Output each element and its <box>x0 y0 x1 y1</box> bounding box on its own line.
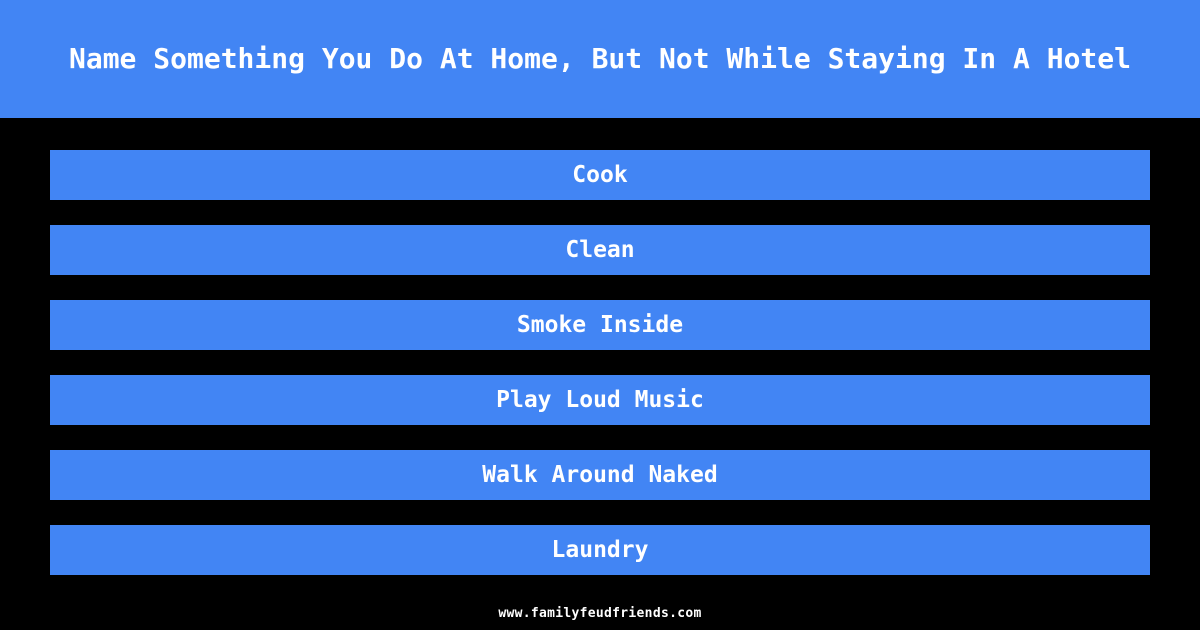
question-card: Name Something You Do At Home, But Not W… <box>0 0 1200 630</box>
answer-row-3[interactable]: Smoke Inside <box>50 300 1150 350</box>
answer-row-4[interactable]: Play Loud Music <box>50 375 1150 425</box>
answer-text: Play Loud Music <box>496 386 704 413</box>
page-title: Name Something You Do At Home, But Not W… <box>68 41 1132 75</box>
answer-text: Walk Around Naked <box>482 461 718 488</box>
answer-row-2[interactable]: Clean <box>50 225 1150 275</box>
answer-text: Cook <box>572 161 628 188</box>
answer-text: Clean <box>565 236 635 263</box>
site-url[interactable]: www.familyfeudfriends.com <box>498 606 701 621</box>
answer-text: Laundry <box>551 536 649 563</box>
answer-row-1[interactable]: Cook <box>50 150 1150 200</box>
answer-list: Cook Clean Smoke Inside Play Loud Music … <box>50 150 1150 575</box>
question-header-banner: Name Something You Do At Home, But Not W… <box>0 0 1200 118</box>
answer-text: Smoke Inside <box>516 311 684 338</box>
answer-row-6[interactable]: Laundry <box>50 525 1150 575</box>
answer-row-5[interactable]: Walk Around Naked <box>50 450 1150 500</box>
footer: www.familyfeudfriends.com <box>0 596 1200 630</box>
